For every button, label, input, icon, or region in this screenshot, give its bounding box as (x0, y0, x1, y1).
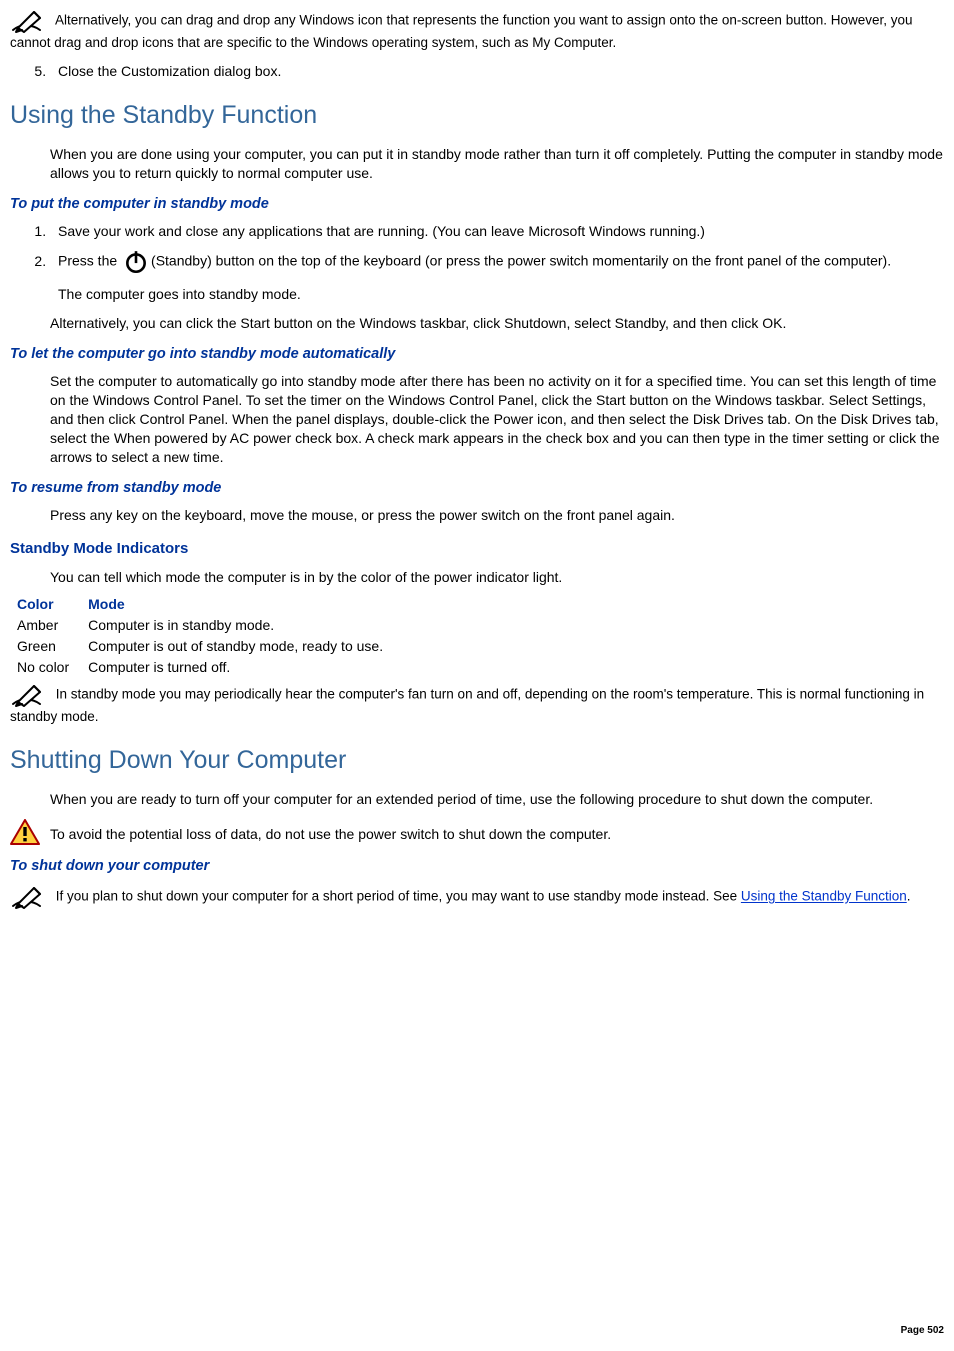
note-text-a: If you plan to shut down your computer f… (56, 889, 741, 904)
heading-put-standby: To put the computer in standby mode (10, 195, 944, 215)
pen-icon (10, 884, 48, 910)
standby-icon (123, 249, 149, 275)
heading-to-shut-down: To shut down your computer (10, 857, 944, 877)
note-text: In standby mode you may periodically hea… (10, 687, 924, 724)
table-row: Amber Computer is in standby mode. (16, 615, 401, 636)
standby-step-2: Press the (Standby) button on the top of… (50, 249, 944, 304)
note-fan: In standby mode you may periodically hea… (10, 682, 944, 726)
heading-standby-indicators: Standby Mode Indicators (10, 539, 944, 559)
page-number: Page 502 (901, 1324, 944, 1338)
indicators-intro: You can tell which mode the computer is … (50, 568, 944, 587)
note-text: Alternatively, you can drag and drop any… (10, 13, 913, 50)
link-using-standby[interactable]: Using the Standby Function (741, 889, 907, 904)
put-standby-steps: Save your work and close any application… (40, 222, 944, 304)
customization-steps-continued: Close the Customization dialog box. (40, 62, 944, 81)
mode-indicator-table: Color Mode Amber Computer is in standby … (16, 594, 401, 678)
heading-using-standby: Using the Standby Function (10, 99, 944, 133)
table-header-row: Color Mode (16, 594, 401, 615)
step-5: Close the Customization dialog box. (50, 62, 944, 81)
resume-standby-body: Press any key on the keyboard, move the … (50, 506, 944, 525)
caution-text: To avoid the potential loss of data, do … (50, 819, 611, 844)
note-short-shutdown: If you plan to shut down your computer f… (10, 884, 944, 910)
col-color: Color (16, 594, 87, 615)
heading-standby-auto: To let the computer go into standby mode… (10, 345, 944, 365)
heading-shutting-down: Shutting Down Your Computer (10, 744, 944, 778)
standby-result: The computer goes into standby mode. (58, 285, 944, 304)
standby-step-1: Save your work and close any application… (50, 222, 944, 241)
pen-icon (10, 682, 48, 708)
standby-auto-body: Set the computer to automatically go int… (50, 372, 944, 466)
caution-icon (10, 819, 40, 845)
table-row: Green Computer is out of standby mode, r… (16, 636, 401, 657)
note-drag-drop: Alternatively, you can drag and drop any… (10, 8, 944, 52)
standby-alternative: Alternatively, you can click the Start b… (50, 314, 944, 333)
pen-icon (10, 8, 48, 34)
table-row: No color Computer is turned off. (16, 657, 401, 678)
heading-resume-standby: To resume from standby mode (10, 479, 944, 499)
note-text-b: . (907, 889, 911, 904)
shutdown-intro: When you are ready to turn off your comp… (50, 790, 944, 809)
caution-block: To avoid the potential loss of data, do … (10, 819, 944, 845)
standby-intro: When you are done using your computer, y… (50, 145, 944, 183)
col-mode: Mode (87, 594, 401, 615)
